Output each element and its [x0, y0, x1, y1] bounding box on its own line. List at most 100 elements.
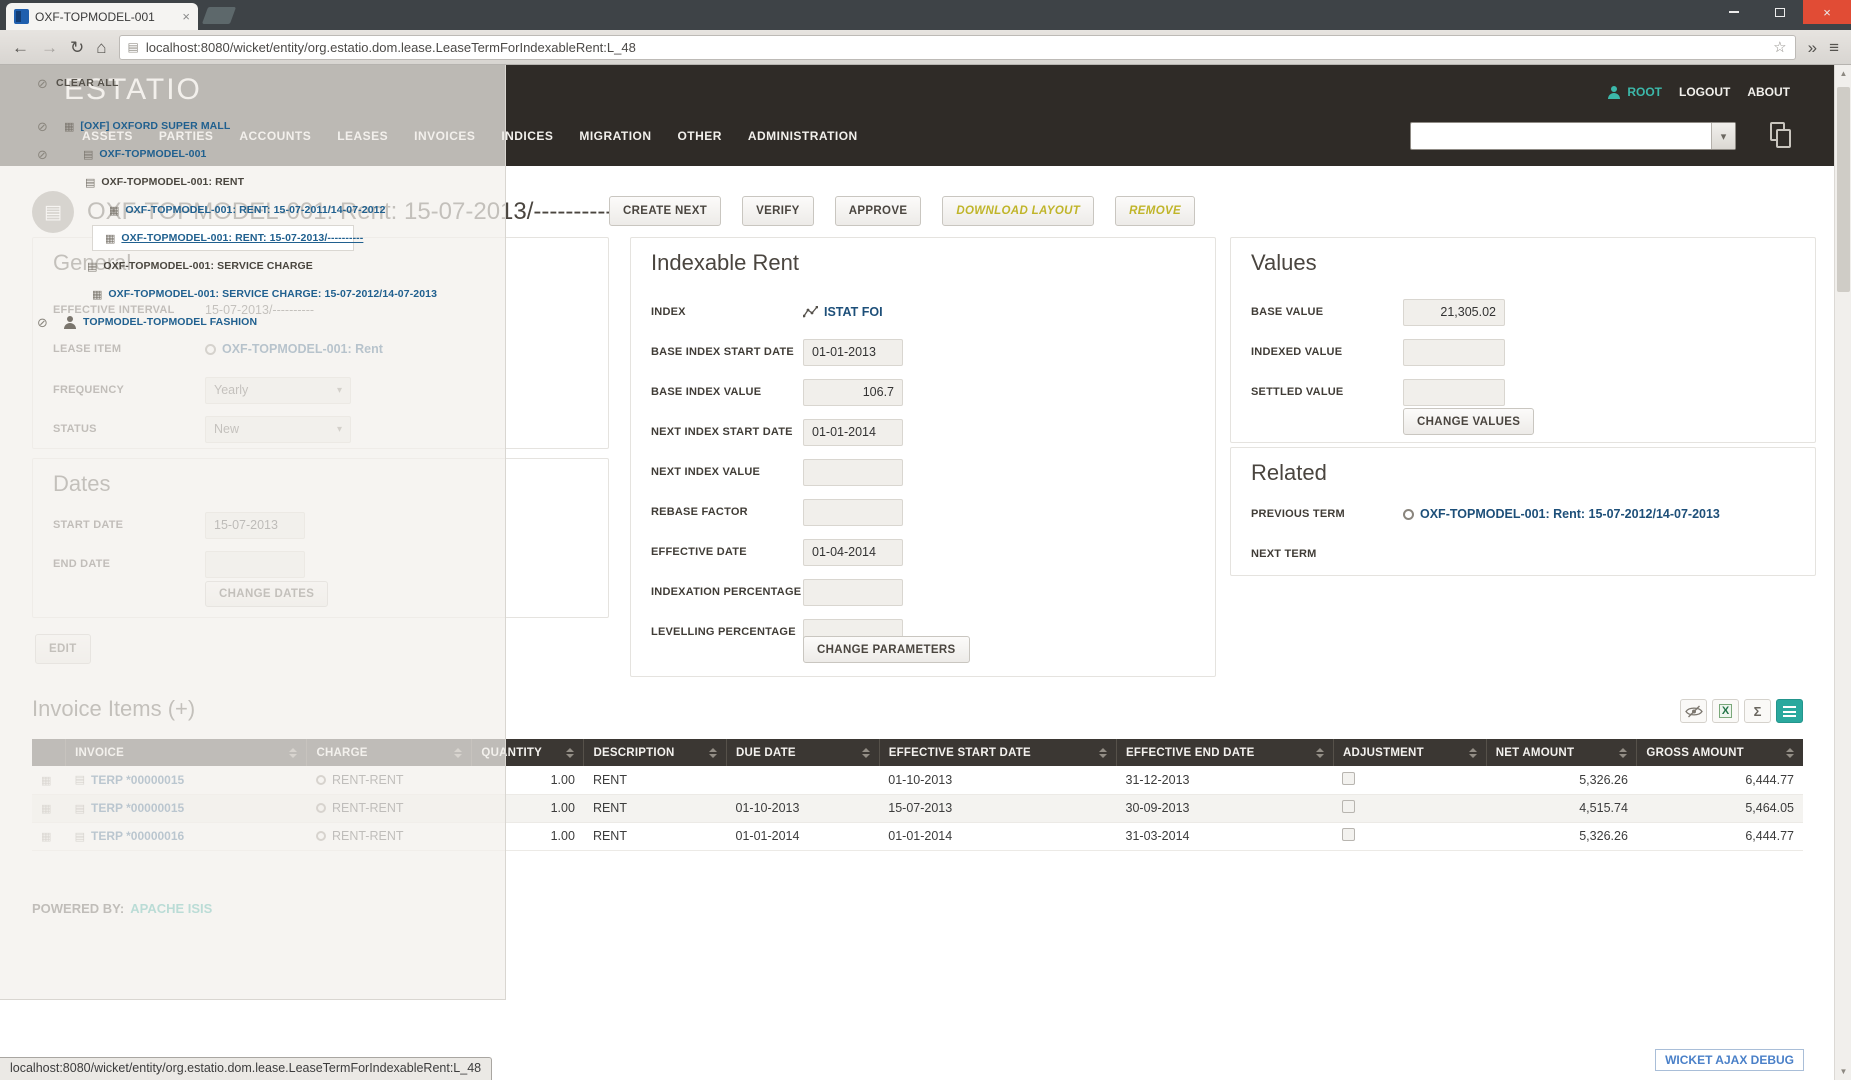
wicket-ajax-debug-button[interactable]: WICKET AJAX DEBUG: [1655, 1049, 1804, 1071]
sum-sigma-icon[interactable]: Σ: [1744, 699, 1771, 723]
column-header-effective-start-date[interactable]: EFFECTIVE START DATE: [879, 739, 1116, 766]
browser-status-bar: localhost:8080/wicket/entity/org.estatio…: [0, 1057, 492, 1080]
base-value-field[interactable]: 21,305.02: [1403, 299, 1505, 326]
window-minimize-button[interactable]: [1711, 0, 1757, 24]
forward-button[interactable]: →: [41, 39, 58, 56]
bookmark-lease-item-service-charge[interactable]: ▤ OXF-TOPMODEL-001: SERVICE CHARGE: [0, 253, 506, 279]
verify-button[interactable]: VERIFY: [742, 196, 814, 226]
indexable-rent-title: Indexable Rent: [651, 250, 799, 276]
new-tab-button[interactable]: [202, 7, 236, 24]
window-close-button[interactable]: ×: [1803, 0, 1851, 24]
bookmark-term-link[interactable]: OXF-TOPMODEL-001: RENT: 15-07-2011/14-07…: [125, 204, 385, 216]
base-index-start-date-label: BASE INDEX START DATE: [651, 346, 803, 358]
index-link[interactable]: ISTAT FOI: [803, 305, 883, 319]
adjustment-checkbox[interactable]: [1342, 772, 1355, 785]
column-header-description[interactable]: DESCRIPTION: [584, 739, 727, 766]
column-header-net-amount[interactable]: NET AMOUNT: [1486, 739, 1637, 766]
bookmark-property[interactable]: ⊘ ▦ [OXF] OXFORD SUPER MALL: [0, 113, 506, 139]
user-name[interactable]: ROOT: [1627, 85, 1662, 99]
indexed-value-field[interactable]: [1403, 339, 1505, 366]
clear-all-icon[interactable]: ⊘: [37, 77, 48, 90]
sort-icon[interactable]: [862, 748, 870, 758]
nav-other[interactable]: OTHER: [677, 129, 721, 143]
sort-icon[interactable]: [709, 748, 717, 758]
scrollbar-thumb[interactable]: [1837, 87, 1850, 292]
bookmark-term-current-link[interactable]: OXF-TOPMODEL-001: RENT: 15-07-2013/-----…: [121, 232, 363, 244]
clear-bookmark-icon[interactable]: ⊘: [37, 120, 48, 133]
bookmark-clear-all[interactable]: ⊘ CLEAR ALL: [0, 70, 506, 96]
column-header-effective-end-date[interactable]: EFFECTIVE END DATE: [1117, 739, 1334, 766]
sort-icon[interactable]: [1469, 748, 1477, 758]
next-index-value-field[interactable]: [803, 459, 903, 486]
previous-term-link[interactable]: OXF-TOPMODEL-001: Rent: 15-07-2012/14-07…: [1403, 507, 1720, 521]
bookmark-lease-item-link[interactable]: OXF-TOPMODEL-001: RENT: [101, 176, 244, 188]
sort-icon[interactable]: [1619, 748, 1627, 758]
clear-all-label[interactable]: CLEAR ALL: [56, 77, 119, 89]
hide-columns-eye-icon[interactable]: [1680, 699, 1707, 723]
logout-link[interactable]: LOGOUT: [1679, 85, 1730, 99]
base-index-start-date-field[interactable]: 01-01-2013: [803, 339, 903, 366]
create-next-button[interactable]: CREATE NEXT: [609, 196, 721, 226]
sort-icon[interactable]: [1316, 748, 1324, 758]
bookmark-term-current[interactable]: ▦ OXF-TOPMODEL-001: RENT: 15-07-2013/---…: [92, 225, 354, 251]
bookmark-service-charge-link[interactable]: OXF-TOPMODEL-001: SERVICE CHARGE: [103, 260, 313, 272]
scroll-down-arrow[interactable]: ▼: [1835, 1063, 1851, 1080]
base-index-value-field[interactable]: 106.7: [803, 379, 903, 406]
select-dropdown-arrow-icon[interactable]: ▾: [1711, 123, 1735, 149]
lease-item-icon: ▤: [85, 176, 95, 189]
approve-button[interactable]: APPROVE: [835, 196, 922, 226]
copy-icon[interactable]: [1770, 122, 1794, 150]
overflow-chevron-icon[interactable]: »: [1808, 39, 1817, 56]
values-panel: Values BASE VALUE 21,305.02 INDEXED VALU…: [1230, 237, 1816, 443]
vertical-scrollbar[interactable]: ▲ ▼: [1834, 65, 1851, 1080]
next-term-label: NEXT TERM: [1251, 548, 1403, 560]
next-index-start-date-label: NEXT INDEX START DATE: [651, 426, 803, 438]
effective-date-field[interactable]: 01-04-2014: [803, 539, 903, 566]
bookmark-lease-link[interactable]: OXF-TOPMODEL-001: [99, 148, 206, 160]
download-layout-button[interactable]: DOWNLOAD LAYOUT: [942, 196, 1094, 226]
bookmark-service-charge-term-link[interactable]: OXF-TOPMODEL-001: SERVICE CHARGE: 15-07-…: [108, 288, 437, 300]
change-parameters-button[interactable]: CHANGE PARAMETERS: [803, 636, 970, 663]
excel-export-icon[interactable]: X: [1712, 699, 1739, 723]
about-link[interactable]: ABOUT: [1747, 85, 1790, 99]
bookmark-property-link[interactable]: [OXF] OXFORD SUPER MALL: [80, 120, 230, 132]
column-header-adjustment[interactable]: ADJUSTMENT: [1333, 739, 1486, 766]
bookmark-lease-item-rent[interactable]: ▤ OXF-TOPMODEL-001: RENT: [0, 169, 506, 195]
remove-button[interactable]: REMOVE: [1115, 196, 1195, 226]
settled-value-field[interactable]: [1403, 379, 1505, 406]
nav-migration[interactable]: MIGRATION: [579, 129, 651, 143]
bookmark-star-icon[interactable]: ☆: [1773, 38, 1786, 56]
nav-administration[interactable]: ADMINISTRATION: [748, 129, 858, 143]
sort-icon[interactable]: [566, 748, 574, 758]
bookmark-party-link[interactable]: TOPMODEL-TOPMODEL FASHION: [83, 316, 257, 328]
scroll-up-arrow[interactable]: ▲: [1835, 65, 1851, 82]
adjustment-checkbox[interactable]: [1342, 828, 1355, 841]
browser-tab[interactable]: OXF-TOPMODEL-001 ×: [6, 3, 198, 30]
list-view-icon[interactable]: [1776, 699, 1803, 723]
nav-indices[interactable]: INDICES: [501, 129, 553, 143]
column-header-due-date[interactable]: DUE DATE: [727, 739, 880, 766]
clear-bookmark-icon[interactable]: ⊘: [37, 148, 48, 161]
adjustment-checkbox[interactable]: [1342, 800, 1355, 813]
sort-icon[interactable]: [1099, 748, 1107, 758]
column-header-gross-amount[interactable]: GROSS AMOUNT: [1637, 739, 1803, 766]
change-values-button[interactable]: CHANGE VALUES: [1403, 408, 1534, 435]
indexation-percentage-field[interactable]: [803, 579, 903, 606]
bookmark-term-previous[interactable]: ▦ OXF-TOPMODEL-001: RENT: 15-07-2011/14-…: [0, 197, 506, 223]
bookmark-lease[interactable]: ⊘ ▤ OXF-TOPMODEL-001: [0, 141, 506, 167]
refresh-button[interactable]: ↻: [70, 39, 84, 56]
back-button[interactable]: ←: [12, 39, 29, 56]
next-index-start-date-field[interactable]: 01-01-2014: [803, 419, 903, 446]
clear-bookmark-icon[interactable]: ⊘: [37, 316, 48, 329]
window-maximize-button[interactable]: [1757, 0, 1803, 24]
object-search-select[interactable]: ▾: [1410, 122, 1736, 150]
indexable-rent-panel: Indexable Rent INDEX ISTAT FOI BASE INDE…: [630, 237, 1216, 677]
tab-close-icon[interactable]: ×: [182, 9, 190, 24]
address-bar[interactable]: ▤ localhost:8080/wicket/entity/org.estat…: [119, 35, 1796, 60]
sort-icon[interactable]: [1786, 748, 1794, 758]
browser-menu-icon[interactable]: ≡: [1829, 39, 1839, 56]
home-button[interactable]: ⌂: [96, 39, 106, 56]
rebase-factor-field[interactable]: [803, 499, 903, 526]
bookmark-party[interactable]: ⊘ TOPMODEL-TOPMODEL FASHION: [0, 309, 506, 335]
bookmark-term-service-charge[interactable]: ▦ OXF-TOPMODEL-001: SERVICE CHARGE: 15-0…: [0, 281, 506, 307]
